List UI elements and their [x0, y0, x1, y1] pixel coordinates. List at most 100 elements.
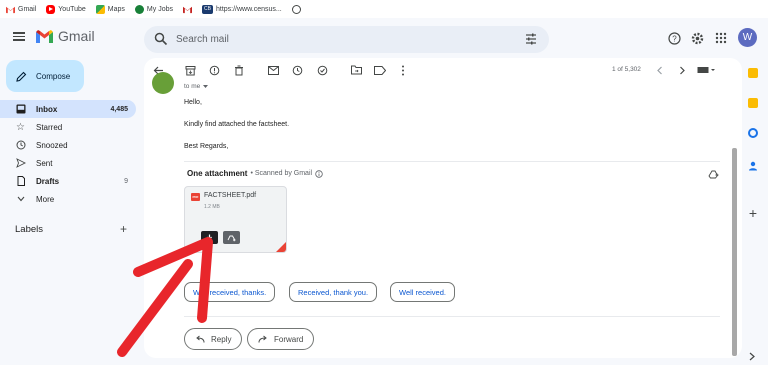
bookmark-youtube[interactable]: YouTube — [46, 4, 86, 14]
info-icon[interactable] — [315, 169, 323, 178]
sidebar-item-sent[interactable]: Sent — [0, 154, 136, 172]
forward-label: Forward — [274, 334, 304, 344]
archive-icon[interactable] — [184, 64, 196, 76]
attachment-filename: FACTSHEET.pdf — [204, 192, 257, 199]
send-icon — [15, 158, 26, 169]
message-greeting: Hello, — [184, 99, 202, 106]
search-bar[interactable] — [144, 26, 549, 53]
forward-button[interactable]: Forward — [247, 328, 315, 350]
sidebar-item-label: Drafts — [36, 176, 60, 186]
snooze-clock-icon[interactable] — [291, 64, 303, 76]
scrollbar-thumb[interactable] — [732, 148, 737, 356]
draft-icon — [15, 176, 26, 187]
keep-app-icon[interactable] — [748, 98, 758, 108]
caret-down-icon — [203, 84, 209, 88]
add-label-button[interactable]: + — [120, 222, 127, 236]
sidebar-item-more[interactable]: More — [0, 190, 136, 208]
sidebar-item-label: Inbox — [36, 104, 58, 114]
add-task-icon[interactable] — [316, 64, 328, 76]
pdf-file-icon: PDF — [191, 193, 200, 201]
chevron-down-icon — [15, 194, 26, 205]
sidebar-item-inbox[interactable]: Inbox 4,485 — [0, 100, 136, 118]
attachment-count: One attachment — [187, 169, 248, 178]
more-vertical-icon[interactable] — [397, 64, 409, 76]
inbox-icon — [15, 104, 26, 115]
expand-side-panel-icon[interactable] — [748, 348, 758, 361]
bookmark-label: YouTube — [58, 5, 86, 13]
sidebar-item-drafts[interactable]: Drafts 9 — [0, 172, 136, 190]
maps-icon — [95, 4, 105, 14]
add-to-drive-icon[interactable] — [707, 167, 719, 179]
settings-gear-icon[interactable] — [689, 30, 705, 46]
report-spam-icon[interactable] — [208, 64, 220, 76]
get-addons-plus-icon[interactable]: + — [748, 206, 758, 220]
smart-reply-chip-2[interactable]: Received, thank you. — [289, 282, 378, 302]
bookmark-label: Maps — [107, 5, 125, 13]
actions-divider — [184, 316, 720, 317]
sender-avatar[interactable] — [152, 72, 174, 94]
clock-icon — [15, 140, 26, 151]
sidebar-item-label: More — [36, 194, 55, 204]
compose-button[interactable]: Compose — [6, 60, 84, 92]
inbox-count: 4,485 — [110, 105, 128, 113]
forward-arrow-icon — [258, 335, 267, 343]
tasks-app-icon[interactable] — [748, 128, 758, 138]
move-to-folder-icon[interactable] — [350, 64, 362, 76]
drafts-count: 9 — [124, 177, 128, 185]
bookmark-gmail[interactable]: Gmail — [6, 5, 36, 14]
search-icon[interactable] — [154, 32, 168, 46]
gmail-logo[interactable]: Gmail — [36, 28, 95, 44]
attachment-filesize: 1.2 MB — [204, 204, 220, 210]
smart-reply-chip-3[interactable]: Well received. — [390, 282, 455, 302]
search-input[interactable] — [176, 26, 516, 53]
reply-button[interactable]: Reply — [184, 328, 243, 350]
sidebar-item-snoozed[interactable]: Snoozed — [0, 136, 136, 154]
filter-options-icon[interactable] — [525, 33, 537, 45]
globe-icon — [291, 4, 301, 14]
calendar-app-icon[interactable] — [748, 68, 758, 78]
sidebar-item-label: Sent — [36, 158, 53, 168]
main-menu-button[interactable] — [12, 30, 26, 44]
older-chevron-icon[interactable] — [676, 64, 688, 76]
message-toolbar: 1 of 5,302 — [144, 58, 742, 82]
svg-text:?: ? — [672, 34, 677, 43]
download-attachment-button[interactable] — [201, 231, 218, 244]
delete-trash-icon[interactable] — [233, 64, 245, 76]
bookmark-label: https://www.census... — [215, 5, 282, 13]
recipient-text: to me — [184, 83, 201, 90]
smart-reply-chip-1[interactable]: Well received, thanks. — [184, 282, 276, 302]
youtube-icon — [46, 4, 56, 14]
mark-unread-icon[interactable] — [267, 64, 279, 76]
attachment-divider — [184, 161, 720, 162]
sidebar-nav: Inbox 4,485 ☆ Starred Snoozed Sent Draft… — [0, 100, 136, 208]
compose-label: Compose — [36, 71, 71, 81]
message-scrollbar[interactable] — [730, 82, 738, 358]
message-panel: 1 of 5,302 to me Hello, Kindly find atta… — [144, 58, 742, 358]
bookmark-my-jobs[interactable]: My Jobs — [134, 4, 173, 14]
input-tools-keyboard-icon[interactable] — [697, 64, 717, 76]
bookmark-label: My Jobs — [146, 5, 173, 13]
save-to-drive-button[interactable] — [223, 231, 240, 244]
bookmark-gmail-2[interactable] — [182, 5, 192, 14]
help-icon[interactable]: ? — [666, 30, 682, 46]
recipient-line[interactable]: to me — [184, 83, 209, 90]
bookmark-census[interactable]: CB https://www.census... — [201, 4, 282, 14]
label-tag-icon[interactable] — [374, 64, 386, 76]
bookmark-maps[interactable]: Maps — [95, 4, 125, 14]
app-name: Gmail — [58, 28, 95, 44]
attachment-card[interactable]: PDF FACTSHEET.pdf 1.2 MB — [184, 186, 287, 253]
bookmark-globe[interactable] — [291, 4, 301, 14]
gmail-bookmark-icon — [6, 6, 15, 13]
gmail-m-icon — [36, 29, 53, 43]
message-body: Kindly find attached the factsheet. — [184, 121, 290, 128]
apps-grid-icon[interactable] — [713, 30, 729, 46]
gmail-bookmark-icon — [182, 6, 192, 13]
sidebar-item-starred[interactable]: ☆ Starred — [0, 118, 136, 136]
message-signoff: Best Regards, — [184, 143, 229, 150]
census-icon: CB — [201, 4, 213, 14]
contacts-app-icon[interactable] — [748, 158, 758, 171]
account-avatar[interactable]: W — [738, 28, 757, 47]
drive-add-icon — [227, 235, 236, 241]
pdf-corner-fold — [276, 242, 286, 252]
newer-chevron-icon[interactable] — [653, 64, 665, 76]
